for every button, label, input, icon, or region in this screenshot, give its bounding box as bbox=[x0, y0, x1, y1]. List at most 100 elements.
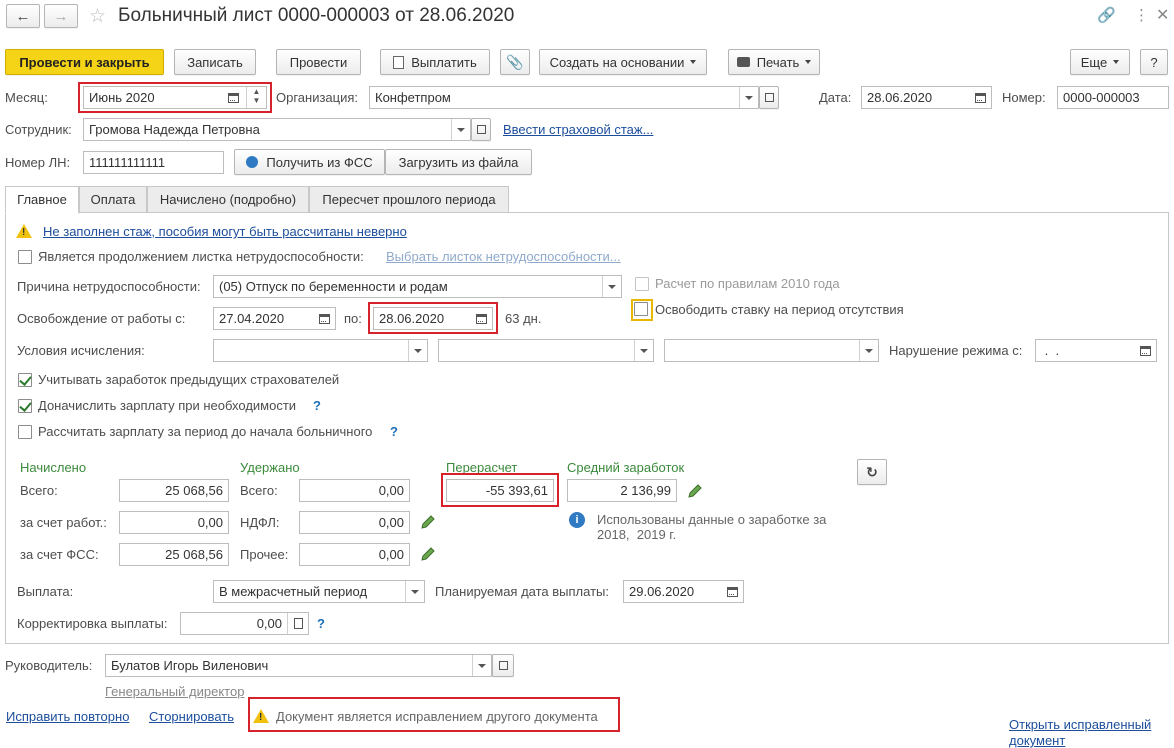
number-label: Номер: bbox=[1002, 90, 1046, 105]
dropdown-icon[interactable] bbox=[859, 340, 878, 361]
violation-field[interactable]: . . bbox=[1035, 339, 1157, 362]
open-fixed-link-line1[interactable]: Открыть исправленный bbox=[1009, 717, 1151, 732]
pencil-icon[interactable] bbox=[687, 483, 703, 499]
dropdown-icon[interactable] bbox=[451, 119, 470, 140]
employee-field[interactable]: Громова Надежда Петровна bbox=[83, 118, 471, 141]
open-org-button[interactable] bbox=[759, 86, 779, 109]
calendar-icon[interactable] bbox=[722, 581, 743, 602]
load-file-button[interactable]: Загрузить из файла bbox=[385, 149, 532, 175]
open-employee-button[interactable] bbox=[471, 118, 491, 141]
help-icon[interactable]: ? bbox=[313, 398, 321, 413]
reason-label: Причина нетрудоспособности: bbox=[17, 279, 201, 294]
dropdown-icon[interactable] bbox=[634, 340, 653, 361]
calendar-icon[interactable] bbox=[314, 308, 335, 329]
chevron-down-icon bbox=[1113, 60, 1120, 64]
save-button[interactable]: Записать bbox=[174, 49, 256, 75]
planned-date-field[interactable]: 29.06.2020 bbox=[623, 580, 744, 603]
help-icon[interactable]: ? bbox=[390, 424, 398, 439]
open-icon bbox=[498, 661, 508, 670]
free-rate-checkbox[interactable] bbox=[634, 302, 648, 316]
link-icon[interactable]: 🔗 bbox=[1097, 6, 1116, 24]
refresh-button[interactable]: ↻ bbox=[857, 459, 887, 485]
create-based-button[interactable]: Создать на основании bbox=[539, 49, 707, 75]
pay-button-label: Выплатить bbox=[411, 54, 477, 70]
dropdown-icon[interactable] bbox=[408, 340, 427, 361]
org-label: Организация: bbox=[276, 90, 359, 105]
post-button[interactable]: Провести bbox=[276, 49, 361, 75]
open-fixed-link-line2[interactable]: документ bbox=[1009, 733, 1065, 748]
tab-payment[interactable]: Оплата bbox=[79, 186, 147, 213]
ndfl-field[interactable]: 0,00 bbox=[299, 511, 410, 534]
continuation-checkbox[interactable] bbox=[18, 250, 32, 264]
calculator-icon[interactable] bbox=[287, 613, 308, 634]
tab-accrued-detail[interactable]: Начислено (подробно) bbox=[147, 186, 309, 213]
choose-sheet-link[interactable]: Выбрать листок нетрудоспособности... bbox=[386, 249, 621, 264]
withheld-total-field[interactable]: 0,00 bbox=[299, 479, 410, 502]
close-icon[interactable]: ✕ bbox=[1156, 5, 1169, 25]
more-vert-icon[interactable]: ⋮ bbox=[1134, 6, 1149, 24]
prev-employers-checkbox[interactable] bbox=[18, 373, 32, 387]
employer-field[interactable]: 0,00 bbox=[119, 511, 229, 534]
dropdown-icon[interactable] bbox=[739, 87, 758, 108]
pencil-icon[interactable] bbox=[420, 514, 436, 530]
accrued-total-field[interactable]: 25 068,56 bbox=[119, 479, 229, 502]
open-icon bbox=[764, 93, 774, 102]
arrow-left-icon: ← bbox=[15, 7, 31, 25]
fss-field[interactable]: 25 068,56 bbox=[119, 543, 229, 566]
rules2010-checkbox[interactable] bbox=[635, 277, 649, 291]
reason-field[interactable]: (05) Отпуск по беременности и родам bbox=[213, 275, 622, 298]
manager-field[interactable]: Булатов Игорь Виленович bbox=[105, 654, 492, 677]
chevron-down-icon bbox=[805, 60, 812, 64]
help-icon[interactable]: ? bbox=[317, 616, 325, 631]
salary-before-checkbox[interactable] bbox=[18, 425, 32, 439]
manager-label: Руководитель: bbox=[5, 658, 93, 673]
calendar-icon[interactable] bbox=[1135, 340, 1156, 361]
fix-again-link[interactable]: Исправить повторно bbox=[6, 709, 129, 724]
print-label: Печать bbox=[756, 54, 800, 70]
tab-recalc-past[interactable]: Пересчет прошлого периода bbox=[309, 186, 509, 213]
get-fss-button[interactable]: Получить из ФСС bbox=[234, 149, 385, 175]
attach-button[interactable]: 📎 bbox=[500, 49, 530, 75]
help-button[interactable]: ? bbox=[1140, 49, 1168, 75]
other-field[interactable]: 0,00 bbox=[299, 543, 410, 566]
arrow-right-icon: → bbox=[53, 7, 69, 25]
date-field[interactable]: 28.06.2020 bbox=[861, 86, 992, 109]
accrued-total-label: Всего: bbox=[20, 483, 58, 498]
calendar-icon[interactable] bbox=[970, 87, 991, 108]
dropdown-icon[interactable] bbox=[405, 581, 424, 602]
reverse-link[interactable]: Сторнировать bbox=[149, 709, 234, 724]
paperclip-icon: 📎 bbox=[506, 53, 524, 70]
insurance-link[interactable]: Ввести страховой стаж... bbox=[503, 122, 653, 137]
pay-label: Выплата: bbox=[17, 584, 74, 599]
release-from-field[interactable]: 27.04.2020 bbox=[213, 307, 336, 330]
pencil-icon[interactable] bbox=[420, 546, 436, 562]
forward-button[interactable]: → bbox=[44, 4, 78, 28]
warning-link[interactable]: Не заполнен стаж, пособия могут быть рас… bbox=[43, 224, 407, 239]
open-manager-button[interactable] bbox=[492, 654, 514, 677]
window-title: Больничный лист 0000-000003 от 28.06.202… bbox=[118, 5, 515, 26]
withheld-header: Удержано bbox=[240, 460, 300, 475]
condition-2-field[interactable] bbox=[438, 339, 654, 362]
earnings-info-line1: Использованы данные о заработке за bbox=[597, 512, 827, 527]
print-button[interactable]: Печать bbox=[728, 49, 820, 75]
printer-icon bbox=[736, 57, 750, 67]
adjust-field[interactable]: 0,00 bbox=[180, 612, 309, 635]
violation-label: Нарушение режима с: bbox=[889, 343, 1023, 358]
pay-button[interactable]: Выплатить bbox=[380, 49, 490, 75]
number-field[interactable]: 0000-000003 bbox=[1057, 86, 1169, 109]
dropdown-icon[interactable] bbox=[472, 655, 491, 676]
dropdown-icon[interactable] bbox=[602, 276, 621, 297]
org-field[interactable]: Конфетпром bbox=[369, 86, 759, 109]
ln-field[interactable]: 111111111111 bbox=[83, 151, 224, 174]
more-button[interactable]: Еще bbox=[1070, 49, 1130, 75]
pay-field[interactable]: В межрасчетный период bbox=[213, 580, 425, 603]
more-label: Еще bbox=[1080, 54, 1108, 70]
condition-1-field[interactable] bbox=[213, 339, 428, 362]
avg-field[interactable]: 2 136,99 bbox=[567, 479, 677, 502]
condition-3-field[interactable] bbox=[664, 339, 879, 362]
post-and-close-button[interactable]: Провести и закрыть bbox=[5, 49, 164, 75]
tab-main[interactable]: Главное bbox=[5, 186, 79, 214]
star-icon[interactable]: ☆ bbox=[89, 5, 106, 28]
back-button[interactable]: ← bbox=[6, 4, 40, 28]
additional-salary-checkbox[interactable] bbox=[18, 399, 32, 413]
